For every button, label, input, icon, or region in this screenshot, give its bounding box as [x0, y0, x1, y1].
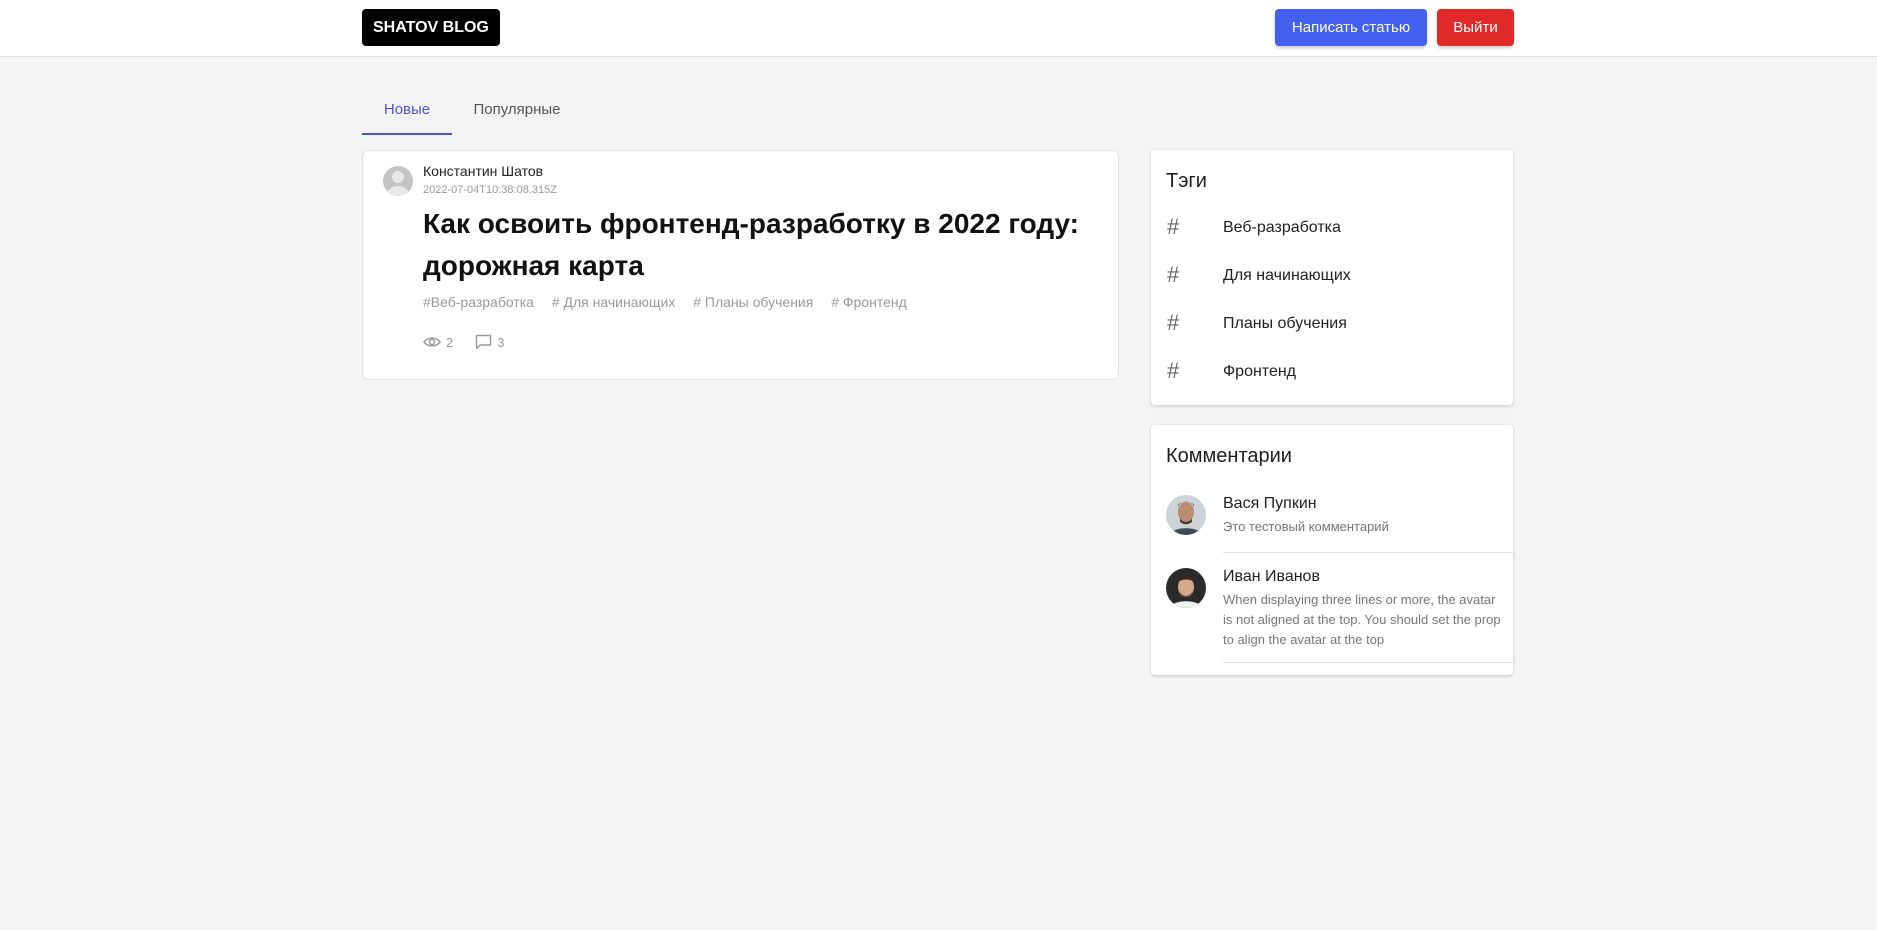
tab-new[interactable]: Новые: [362, 90, 452, 135]
post-tag[interactable]: #Веб-разработка: [423, 294, 534, 310]
hash-icon: #: [1167, 358, 1180, 383]
comment-item: Иван Иванов When displaying three lines …: [1151, 568, 1513, 668]
hash-icon: #: [1167, 262, 1180, 287]
sidebar-tag-label: Фронтенд: [1223, 363, 1297, 380]
sidebar-tag-item[interactable]: # Веб-разработка: [1151, 208, 1513, 248]
comment-divider: [1223, 662, 1513, 663]
hash-icon: #: [1167, 310, 1180, 335]
site-logo[interactable]: SHATOV BLOG: [362, 9, 500, 46]
sidebar-tag-item[interactable]: # Планы обучения: [1151, 304, 1513, 344]
tags-panel: Тэги # Веб-разработка # Для начинающих #…: [1151, 150, 1513, 405]
avatar: [1166, 568, 1206, 608]
sidebar-tag-label: Для начинающих: [1223, 267, 1351, 284]
comment-divider: [1223, 552, 1513, 553]
eye-icon: [423, 337, 441, 347]
author-name: Константин Шатов: [423, 163, 544, 179]
sidebar-tag-label: Веб-разработка: [1223, 219, 1341, 236]
post-stats: 2 3: [423, 334, 526, 350]
post-tags: #Веб-разработка # Для начинающих # Планы…: [423, 294, 921, 310]
comment-icon: [476, 334, 492, 350]
logout-button[interactable]: Выйти: [1437, 9, 1514, 46]
tab-popular[interactable]: Популярные: [467, 90, 567, 135]
comment-author: Вася Пупкин: [1223, 495, 1317, 512]
author-avatar: [383, 166, 413, 196]
views-stat: 2: [423, 335, 453, 350]
post-title[interactable]: Как освоить фронтенд-разработку в 2022 г…: [423, 203, 1083, 287]
post-card: Константин Шатов 2022-07-04T10:38:08.315…: [362, 150, 1119, 380]
comment-text: When displaying three lines or more, the…: [1223, 592, 1501, 647]
user-photo-icon: [1166, 568, 1206, 608]
sidebar-tag-item[interactable]: # Для начинающих: [1151, 256, 1513, 296]
post-tag[interactable]: # Планы обучения: [693, 294, 813, 310]
user-placeholder-icon: [387, 171, 409, 196]
comments-title: Комментарии: [1166, 445, 1292, 467]
hash-icon: #: [1167, 214, 1180, 239]
sidebar-tag-item[interactable]: # Фронтенд: [1151, 352, 1513, 392]
comments-panel: Комментарии Вася Пупкин Это тестовый ком…: [1151, 425, 1513, 675]
write-article-button[interactable]: Написать статью: [1275, 9, 1427, 46]
comment-item: Вася Пупкин Это тестовый комментарий: [1151, 495, 1513, 568]
sidebar-tag-label: Планы обучения: [1223, 315, 1347, 332]
post-date: 2022-07-04T10:38:08.315Z: [423, 184, 557, 196]
views-count: 2: [446, 334, 454, 350]
avatar: [1166, 495, 1206, 535]
comment-text: Это тестовый комментарий: [1223, 519, 1389, 534]
post-tag[interactable]: # Фронтенд: [831, 294, 907, 310]
post-tag[interactable]: # Для начинающих: [552, 294, 675, 310]
comments-stat: 3: [475, 334, 504, 350]
tags-title: Тэги: [1166, 170, 1207, 192]
comment-author: Иван Иванов: [1223, 568, 1320, 585]
top-header: SHATOV BLOG Написать статью Выйти: [0, 0, 1877, 57]
user-photo-icon: [1166, 495, 1206, 535]
comments-count: 3: [497, 334, 505, 350]
